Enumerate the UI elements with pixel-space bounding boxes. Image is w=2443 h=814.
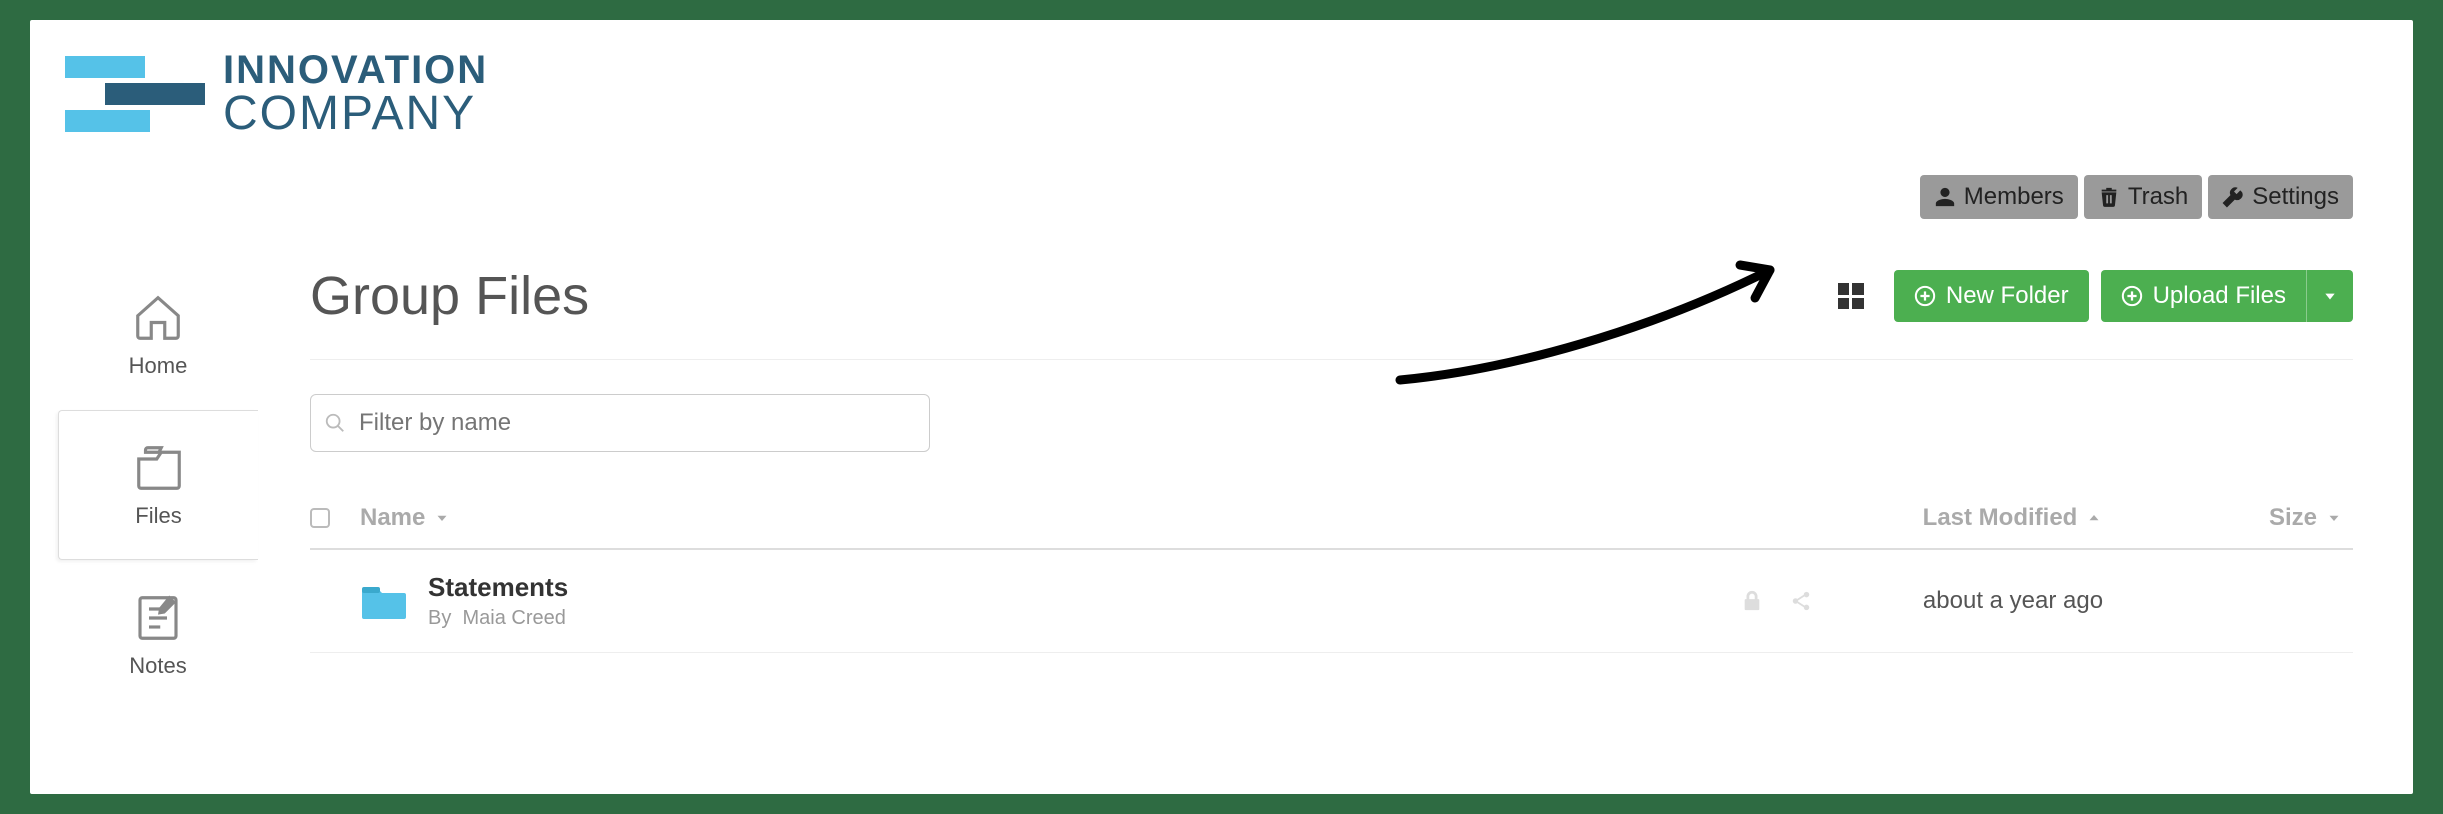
plus-circle-icon	[2121, 285, 2143, 307]
lock-icon[interactable]	[1741, 590, 1763, 612]
column-size[interactable]: Size	[2193, 504, 2353, 532]
main-content: Group Files New Folder Uplo	[310, 265, 2353, 794]
caret-down-icon	[2323, 289, 2337, 303]
new-folder-label: New Folder	[1946, 282, 2069, 310]
row-last-modified: about a year ago	[1833, 587, 2193, 615]
row-action-icons	[1741, 590, 1813, 612]
sidebar-item-label: Home	[129, 353, 188, 379]
user-icon	[1934, 186, 1956, 208]
column-last-modified[interactable]: Last Modified	[1833, 504, 2193, 532]
notes-icon	[131, 591, 185, 645]
column-size-label: Size	[2269, 504, 2317, 532]
column-name-label: Name	[360, 504, 425, 532]
chevron-up-icon	[2085, 509, 2103, 527]
row-title: Statements By Maia Creed	[428, 572, 568, 630]
sidebar: Home Files Notes	[58, 260, 258, 710]
sidebar-item-home[interactable]: Home	[58, 260, 258, 410]
trash-button[interactable]: Trash	[2084, 175, 2202, 219]
table-header: Name Last Modified Size	[310, 504, 2353, 550]
filter-input[interactable]	[310, 394, 930, 452]
file-author: By Maia Creed	[428, 607, 568, 630]
upload-button-group: Upload Files	[2101, 270, 2353, 322]
brand-logo-text: INNOVATION COMPANY	[223, 50, 488, 138]
files-icon	[132, 441, 186, 495]
column-name[interactable]: Name	[360, 504, 1833, 532]
top-actions: Members Trash Settings	[1920, 175, 2353, 219]
upload-files-label: Upload Files	[2153, 282, 2286, 310]
plus-circle-icon	[1914, 285, 1936, 307]
column-last-modified-label: Last Modified	[1923, 504, 2078, 532]
sidebar-item-label: Files	[135, 503, 181, 529]
search-icon	[324, 412, 346, 434]
new-folder-button[interactable]: New Folder	[1894, 270, 2089, 322]
chevron-down-icon	[2325, 509, 2343, 527]
members-label: Members	[1964, 183, 2064, 211]
filter-section	[310, 394, 2353, 452]
folder-icon	[360, 581, 408, 621]
chevron-down-icon	[433, 509, 451, 527]
sidebar-item-files[interactable]: Files	[58, 410, 258, 560]
table-row[interactable]: Statements By Maia Creed about a year ag…	[310, 550, 2353, 653]
page-title: Group Files	[310, 265, 589, 327]
sidebar-item-label: Notes	[129, 653, 186, 679]
share-icon[interactable]	[1789, 590, 1813, 612]
upload-files-dropdown[interactable]	[2306, 270, 2353, 322]
brand-line2: COMPANY	[223, 90, 488, 138]
grid-view-toggle[interactable]	[1838, 283, 1864, 309]
wrench-icon	[2222, 186, 2244, 208]
home-icon	[131, 291, 185, 345]
brand-logo-mark	[65, 56, 205, 132]
select-all-checkbox[interactable]	[310, 508, 360, 528]
trash-icon	[2098, 186, 2120, 208]
brand-line1: INNOVATION	[223, 50, 488, 90]
settings-button[interactable]: Settings	[2208, 175, 2353, 219]
trash-label: Trash	[2128, 183, 2188, 211]
file-name: Statements	[428, 572, 568, 603]
members-button[interactable]: Members	[1920, 175, 2078, 219]
app-window: INNOVATION COMPANY Members Trash Setting…	[30, 20, 2413, 794]
sidebar-item-notes[interactable]: Notes	[58, 560, 258, 710]
header-actions: New Folder Upload Files	[1838, 270, 2353, 322]
settings-label: Settings	[2252, 183, 2339, 211]
brand-logo: INNOVATION COMPANY	[65, 50, 488, 138]
upload-files-button[interactable]: Upload Files	[2101, 270, 2306, 322]
main-header: Group Files New Folder Uplo	[310, 265, 2353, 360]
